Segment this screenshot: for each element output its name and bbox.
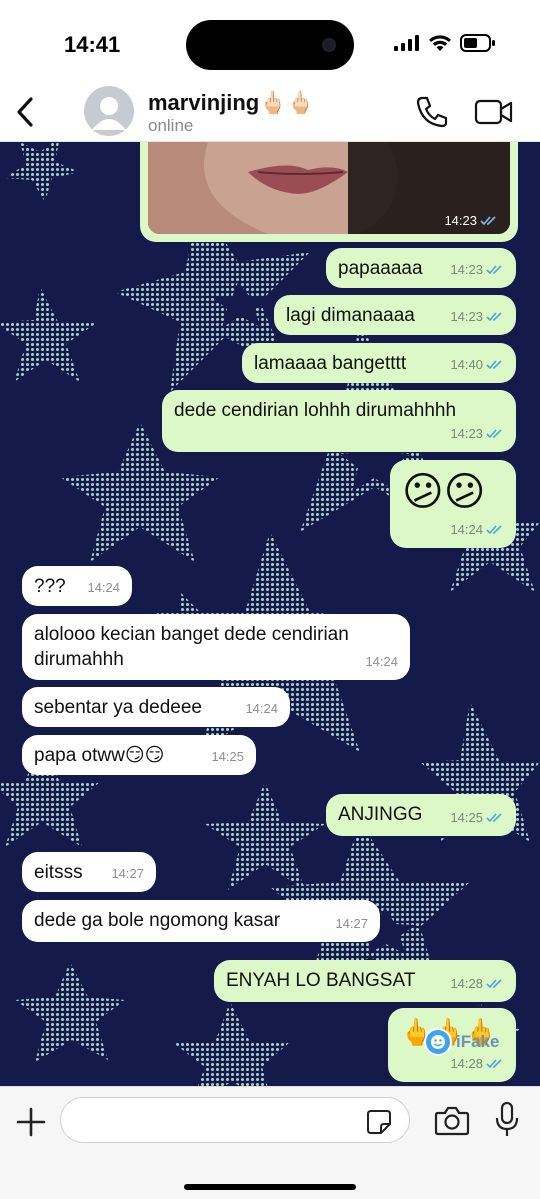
message-text: sebentar ya dedeee — [34, 697, 202, 718]
message-time: 14:40 — [450, 352, 504, 377]
message-time: 14:24 — [365, 654, 398, 669]
status-time: 14:41 — [64, 32, 121, 57]
back-button[interactable] — [10, 92, 40, 132]
avatar[interactable] — [84, 86, 134, 136]
message-bubble-incoming[interactable]: alolooo kecian banget dede cendirian dir… — [22, 614, 410, 680]
battery-icon — [460, 34, 495, 52]
message-time: 14:24 — [245, 701, 278, 716]
read-ticks-icon — [486, 978, 502, 988]
read-ticks-icon — [486, 524, 502, 534]
message-text: dede cendirian lohhh dirumahhhh — [174, 400, 457, 421]
message-time: 14:27 — [335, 916, 368, 931]
attach-button[interactable] — [14, 1105, 48, 1139]
sticker-button[interactable] — [366, 1109, 392, 1135]
message-text: lagi dimanaaaa — [286, 305, 415, 326]
photo-message[interactable]: 14:23 — [140, 142, 518, 242]
message-text: lamaaaa bangetttt — [254, 353, 407, 374]
photo-thumbnail[interactable]: 14:23 — [148, 142, 510, 234]
message-time: 14:24 — [87, 580, 120, 595]
chevron-left-icon — [17, 97, 33, 127]
message-text-line-1: alolooo kecian banget dede cendirian — [34, 624, 349, 645]
read-ticks-icon — [486, 264, 502, 274]
dynamic-island — [186, 20, 354, 70]
message-bubble-incoming[interactable]: eitsss 14:27 — [22, 852, 156, 892]
message-time: 14:27 — [111, 866, 144, 881]
message-time: 14:25 — [211, 749, 244, 764]
message-time: 14:23 — [450, 421, 504, 446]
message-text: ENYAH LO BANGSAT — [226, 970, 416, 991]
video-camera-icon — [474, 99, 513, 125]
microphone-button[interactable] — [494, 1101, 520, 1139]
message-bubble-outgoing[interactable]: 😕😕 14:24 — [390, 460, 516, 548]
home-indicator — [184, 1184, 356, 1190]
signal-icon — [394, 35, 419, 51]
emoji-message-text: 😕😕 — [402, 470, 486, 514]
read-ticks-icon — [486, 359, 502, 369]
read-ticks-icon — [486, 812, 502, 822]
microphone-icon — [495, 1101, 519, 1136]
wifi-icon — [429, 34, 451, 51]
message-input[interactable] — [60, 1097, 410, 1143]
message-bubble-outgoing[interactable]: dede cendirian lohhh dirumahhhh 14:23 — [162, 390, 516, 452]
message-bubble-incoming[interactable]: sebentar ya dedeee 14:24 — [22, 687, 290, 727]
message-text: dede ga bole ngomong kasar — [34, 910, 281, 931]
message-time: 14:23 — [444, 213, 498, 228]
read-ticks-icon — [486, 1058, 502, 1068]
read-ticks-icon — [480, 215, 496, 225]
contact-name[interactable]: marvinjing🖕🏻🖕🏻 — [148, 90, 314, 116]
camera-icon — [434, 1106, 470, 1136]
watermark-text: iFake — [456, 1032, 500, 1051]
message-bubble-outgoing[interactable]: papaaaaa 14:23 — [326, 248, 516, 288]
message-bubble-outgoing[interactable]: lamaaaa bangetttt 14:40 — [242, 343, 516, 383]
status-icons — [394, 34, 496, 52]
read-ticks-icon — [486, 428, 502, 438]
sticker-icon — [367, 1110, 391, 1134]
message-bubble-outgoing[interactable]: ANJINGG 14:25 — [326, 794, 516, 836]
message-text: papaaaaa — [338, 258, 423, 279]
message-time: 14:23 — [450, 257, 504, 282]
plus-icon — [16, 1107, 46, 1137]
watermark: iFake — [424, 1028, 499, 1056]
voice-call-button[interactable] — [414, 94, 450, 130]
contact-status: online — [148, 116, 194, 135]
person-icon — [92, 97, 126, 130]
message-bubble-outgoing[interactable]: ENYAH LO BANGSAT 14:28 — [214, 960, 516, 1002]
message-bubble-incoming[interactable]: papa otww😏😏 14:25 — [22, 735, 256, 775]
message-text: eitsss — [34, 862, 83, 883]
message-bubble-outgoing[interactable]: lagi dimanaaaa 14:23 — [274, 295, 516, 335]
video-call-button[interactable] — [474, 96, 514, 128]
message-time: 14:25 — [450, 805, 504, 830]
message-text: ??? — [34, 576, 66, 597]
status-bar: 14:41 — [0, 0, 540, 88]
message-time: 14:28 — [450, 971, 504, 996]
phone-icon — [416, 96, 448, 128]
message-time: 14:24 — [450, 517, 504, 542]
message-text: papa otww😏😏 — [34, 745, 165, 766]
chat-header: marvinjing🖕🏻🖕🏻 online — [0, 82, 540, 142]
message-time: 14:23 — [450, 304, 504, 329]
front-camera-icon — [322, 38, 336, 52]
read-ticks-icon — [486, 311, 502, 321]
message-bubble-incoming[interactable]: ??? 14:24 — [22, 566, 132, 606]
message-text: ANJINGG — [338, 804, 423, 825]
camera-button[interactable] — [434, 1105, 470, 1137]
message-bubble-incoming[interactable]: dede ga bole ngomong kasar 14:27 — [22, 900, 380, 942]
chat-area[interactable]: 14:23 papaaaaa 14:23 lagi dimanaaaa 14:2… — [0, 142, 540, 1086]
message-text-line-2: dirumahhh — [34, 649, 124, 670]
watermark-logo-icon — [424, 1028, 452, 1056]
input-bar — [0, 1086, 540, 1199]
